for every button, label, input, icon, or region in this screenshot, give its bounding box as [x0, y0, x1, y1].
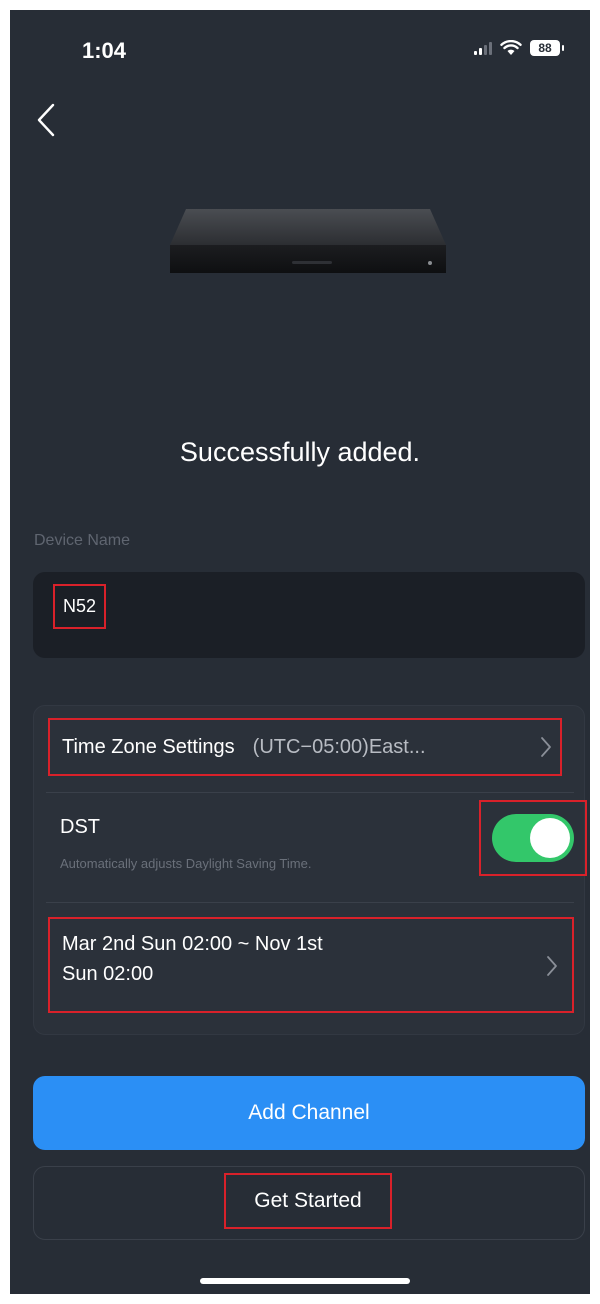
device-name-field[interactable]: N52	[33, 572, 585, 658]
time-zone-label: Time Zone Settings	[62, 735, 235, 758]
get-started-label: Get Started	[224, 1173, 392, 1229]
time-zone-row[interactable]: Time Zone Settings (UTC−05:00)East...	[48, 718, 562, 776]
dst-range-start: Mar 2nd Sun 02:00 ~ Nov 1st	[62, 933, 323, 955]
time-zone-value: (UTC−05:00)East...	[252, 735, 426, 758]
settings-card: Time Zone Settings (UTC−05:00)East... DS…	[33, 705, 587, 1035]
divider	[46, 792, 574, 793]
toggle-knob	[530, 818, 570, 858]
add-channel-button[interactable]: Add Channel	[33, 1076, 585, 1150]
battery-icon: 88	[530, 40, 564, 56]
home-indicator	[200, 1278, 410, 1284]
nvr-device-image	[170, 209, 446, 273]
phone-screen: 1:04 88 Successfully added. Device Name …	[10, 10, 590, 1294]
device-name-label: Device Name	[34, 532, 131, 549]
divider	[46, 902, 574, 903]
get-started-button[interactable]: Get Started	[33, 1166, 585, 1240]
dst-description: Automatically adjusts Daylight Saving Ti…	[60, 856, 312, 871]
chevron-left-icon	[37, 103, 55, 137]
success-title: Successfully added.	[179, 437, 421, 467]
battery-level: 88	[538, 41, 552, 55]
status-time: 1:04	[82, 38, 127, 63]
dst-toggle[interactable]	[492, 814, 574, 862]
dst-range-row[interactable]: Mar 2nd Sun 02:00 ~ Nov 1st Sun 02:00	[48, 917, 574, 1013]
signal-icon	[474, 41, 492, 55]
back-button[interactable]	[28, 98, 64, 142]
dst-range-end: Sun 02:00	[62, 963, 154, 985]
chevron-right-icon	[547, 956, 557, 976]
status-icons: 88	[474, 40, 564, 56]
dst-label: DST	[60, 816, 100, 838]
device-name-value[interactable]: N52	[53, 584, 107, 629]
status-bar: 1:04 88	[10, 10, 590, 90]
wifi-icon	[500, 40, 522, 55]
dst-toggle-highlight	[479, 800, 587, 876]
chevron-right-icon	[541, 737, 551, 757]
